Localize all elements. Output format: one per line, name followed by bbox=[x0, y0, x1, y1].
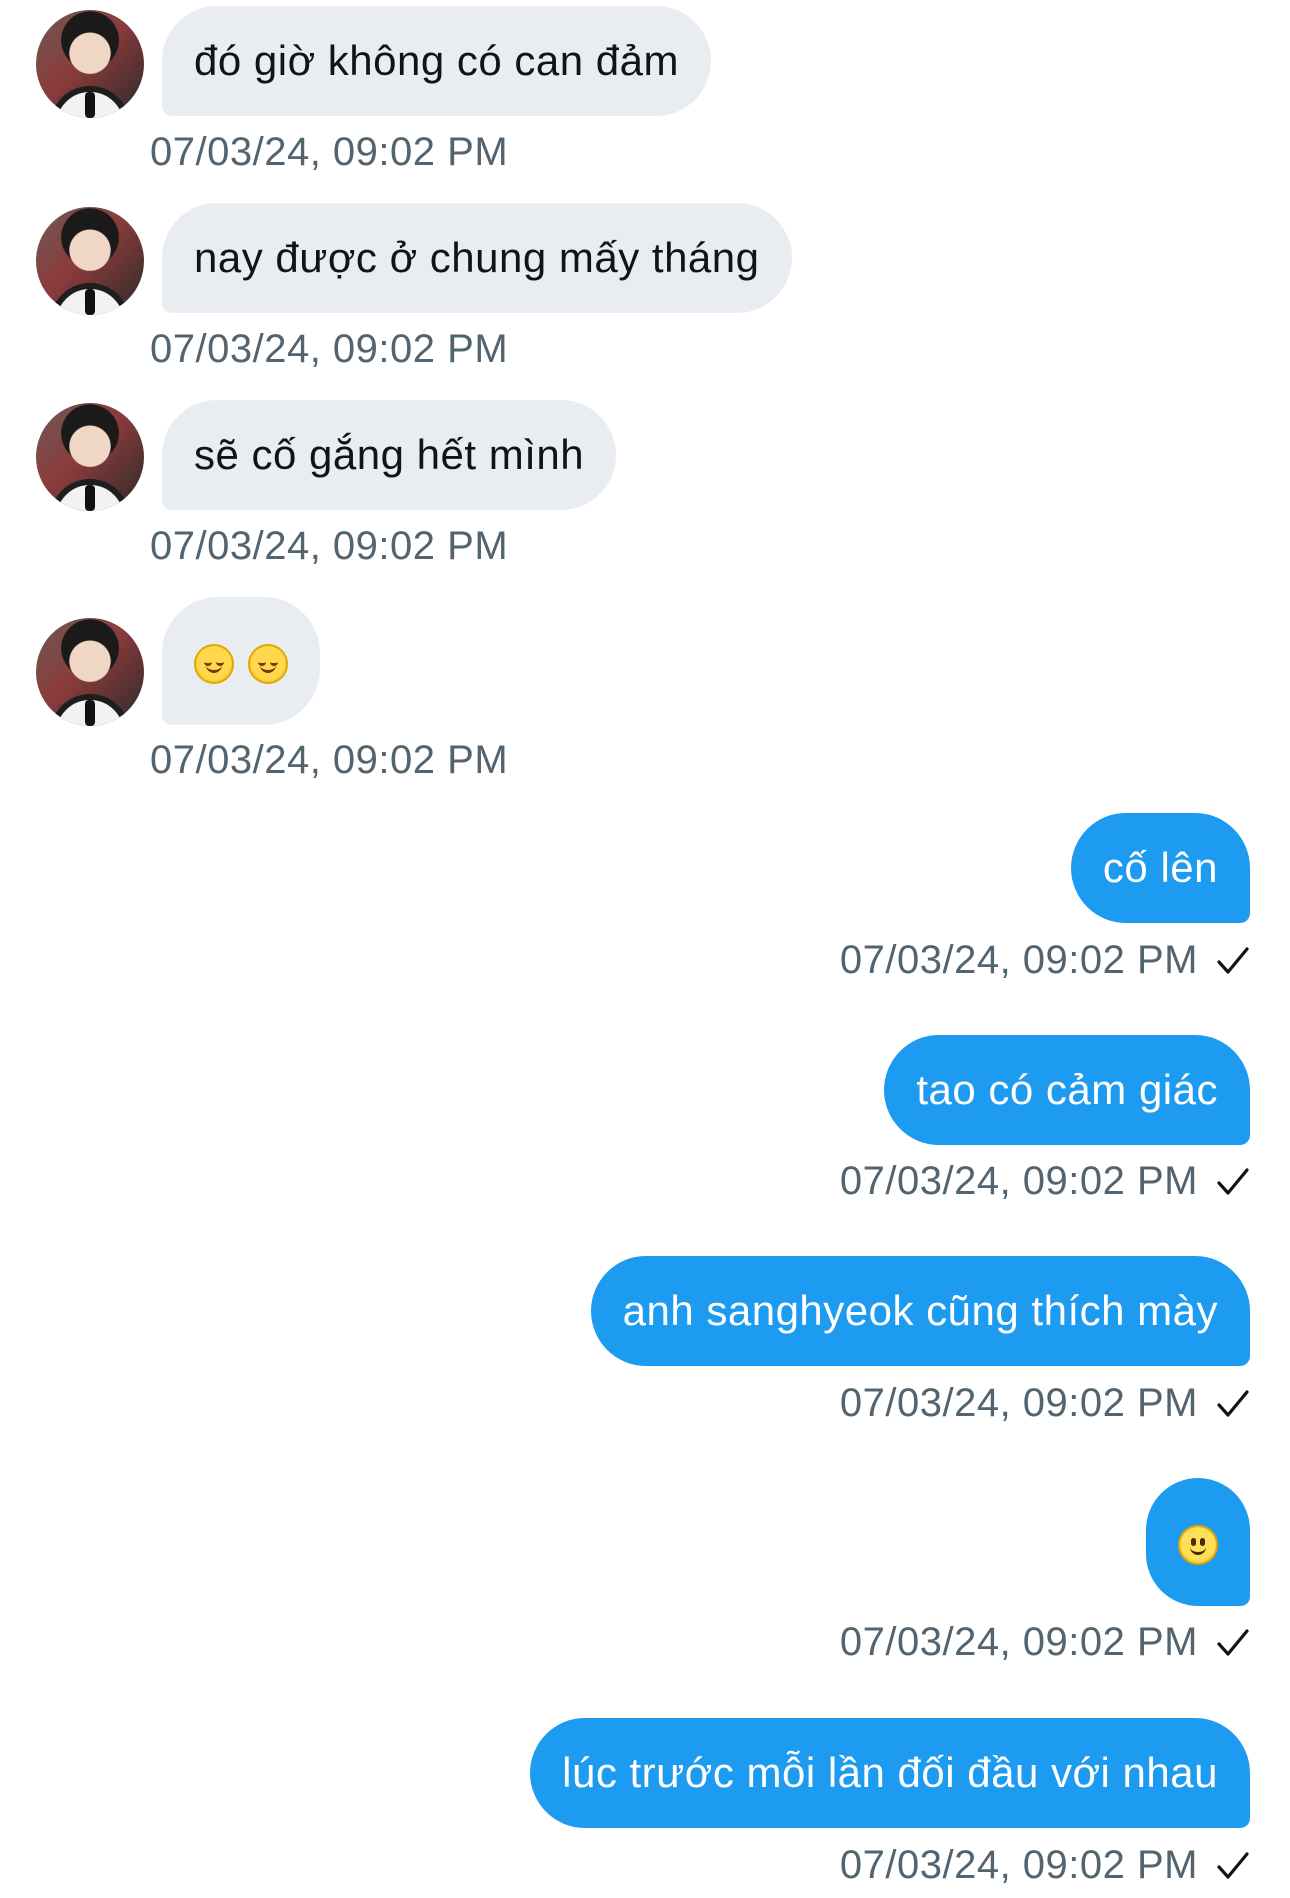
message-timestamp: 07/03/24, 09:02 PM bbox=[150, 130, 509, 174]
message-timestamp: 07/03/24, 09:02 PM bbox=[839, 1159, 1198, 1203]
checkmark-icon bbox=[1217, 1389, 1249, 1417]
message-meta: 07/03/24, 09:02 PM bbox=[840, 938, 1250, 983]
checkmark-icon bbox=[1217, 946, 1249, 974]
checkmark-icon bbox=[1217, 1167, 1249, 1195]
outgoing-message-bubble[interactable]: anh sanghyeok cũng thích mày bbox=[590, 1256, 1250, 1366]
outgoing-emoji-bubble[interactable] bbox=[1146, 1478, 1250, 1606]
message-timestamp: 07/03/24, 09:02 PM bbox=[839, 1620, 1198, 1664]
smiling-face-icon bbox=[248, 643, 288, 684]
message-timestamp: 07/03/24, 09:02 PM bbox=[839, 1381, 1198, 1425]
message-text: sẽ cố gắng hết mình bbox=[194, 431, 585, 478]
message-text: lúc trước mỗi lần đối đầu với nhau bbox=[562, 1749, 1218, 1796]
message-text: anh sanghyeok cũng thích mày bbox=[622, 1287, 1218, 1334]
checkmark-icon bbox=[1217, 1851, 1249, 1879]
incoming-message-bubble[interactable]: nay được ở chung mấy tháng bbox=[162, 203, 792, 313]
message-timestamp: 07/03/24, 09:02 PM bbox=[150, 327, 509, 371]
message-text: tao có cảm giác bbox=[916, 1066, 1218, 1113]
smiling-face-icon bbox=[194, 643, 234, 684]
message-meta: 07/03/24, 09:02 PM bbox=[840, 1159, 1250, 1204]
message-timestamp: 07/03/24, 09:02 PM bbox=[150, 524, 509, 568]
message-text: đó giờ không có can đảm bbox=[194, 37, 680, 84]
message-thread: đó giờ không có can đảm 07/03/24, 09:02 … bbox=[0, 0, 1290, 1898]
incoming-emoji-bubble[interactable] bbox=[162, 597, 320, 725]
message-text: cố lên bbox=[1102, 844, 1218, 891]
incoming-message-bubble[interactable]: sẽ cố gắng hết mình bbox=[162, 400, 617, 510]
contact-avatar[interactable] bbox=[36, 10, 144, 118]
outgoing-message-bubble[interactable]: lúc trước mỗi lần đối đầu với nhau bbox=[530, 1718, 1250, 1828]
outgoing-message-bubble[interactable]: tao có cảm giác bbox=[884, 1035, 1250, 1145]
message-meta: 07/03/24, 09:02 PM bbox=[840, 1381, 1250, 1426]
contact-avatar[interactable] bbox=[36, 403, 144, 511]
message-timestamp: 07/03/24, 09:02 PM bbox=[150, 738, 509, 782]
outgoing-message-bubble[interactable]: cố lên bbox=[1070, 813, 1250, 923]
message-timestamp: 07/03/24, 09:02 PM bbox=[839, 1843, 1198, 1887]
message-text: nay được ở chung mấy tháng bbox=[194, 234, 760, 281]
message-meta: 07/03/24, 09:02 PM bbox=[840, 1620, 1250, 1665]
message-timestamp: 07/03/24, 09:02 PM bbox=[839, 938, 1198, 982]
slightly-smiling-face-icon bbox=[1178, 1524, 1218, 1565]
contact-avatar[interactable] bbox=[36, 207, 144, 315]
checkmark-icon bbox=[1217, 1628, 1249, 1656]
message-meta: 07/03/24, 09:02 PM bbox=[840, 1843, 1250, 1888]
incoming-message-bubble[interactable]: đó giờ không có can đảm bbox=[162, 6, 712, 116]
contact-avatar[interactable] bbox=[36, 618, 144, 726]
